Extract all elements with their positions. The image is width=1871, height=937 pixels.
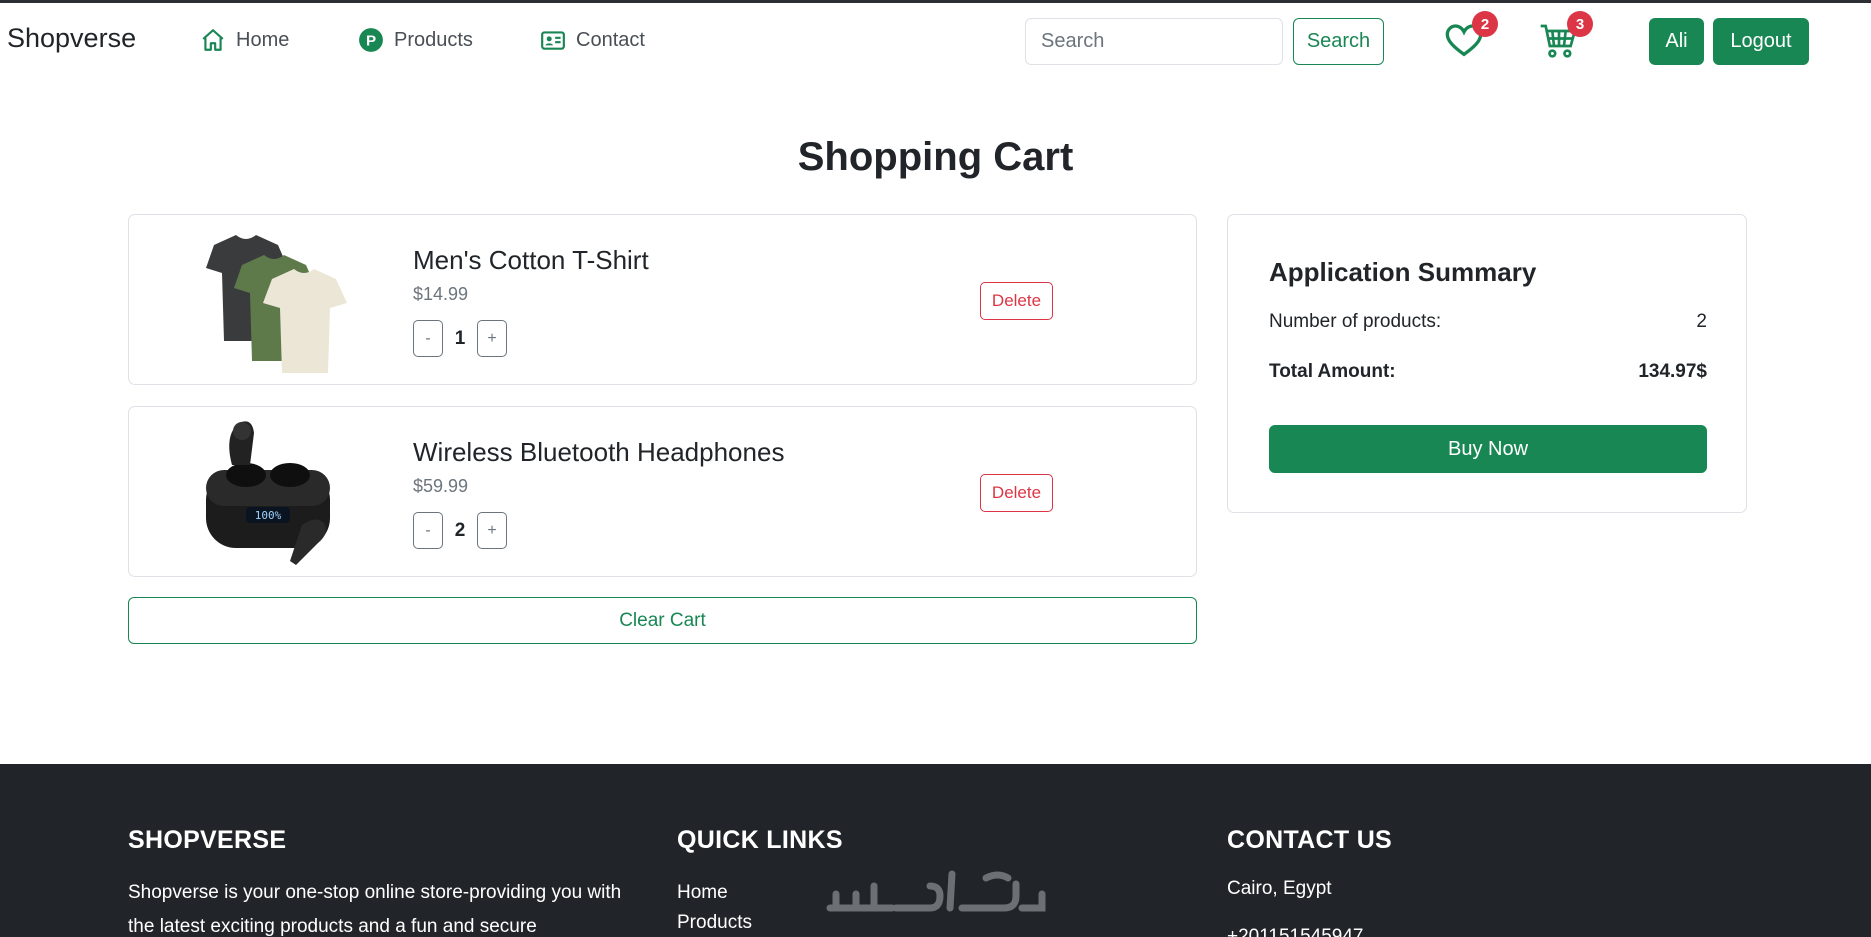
footer-phone: +201151545947 <box>1227 926 1364 937</box>
total-amount-value: 134.97$ <box>1638 361 1707 382</box>
increase-quantity-button[interactable]: + <box>477 512 507 549</box>
footer-contact-title: CONTACT US <box>1227 826 1393 854</box>
decrease-quantity-button[interactable]: - <box>413 320 443 357</box>
watermark-logo <box>826 870 1046 912</box>
nav-link-home[interactable]: Home <box>200 27 289 53</box>
page-title: Shopping Cart <box>797 135 1074 179</box>
nav-link-label: Home <box>236 28 290 51</box>
cart-item: 100% Wireless Bluetooth Headphones $59.9… <box>128 406 1197 577</box>
cart-item: Men's Cotton T-Shirt $14.99 - 1 + Delete <box>128 214 1197 385</box>
total-amount-row: Total Amount: 134.97$ <box>1269 361 1707 383</box>
buy-now-button[interactable]: Buy Now <box>1269 425 1707 473</box>
svg-text:100%: 100% <box>255 509 282 522</box>
tshirts-image <box>184 223 354 378</box>
home-icon <box>200 27 226 53</box>
quantity-value: 2 <box>454 519 466 541</box>
delete-item-button[interactable]: Delete <box>980 474 1053 512</box>
nav-link-products[interactable]: P Products <box>358 27 473 53</box>
footer-links-title: QUICK LINKS <box>677 826 843 854</box>
cart-button[interactable]: 3 <box>1539 11 1593 61</box>
wishlist-count-badge: 2 <box>1472 11 1498 37</box>
svg-text:P: P <box>366 32 376 49</box>
increase-quantity-button[interactable]: + <box>477 320 507 357</box>
logout-button[interactable]: Logout <box>1713 18 1809 65</box>
brand-logo[interactable]: Shopverse <box>7 23 136 54</box>
product-count-row: Number of products: 2 <box>1269 311 1707 333</box>
product-price: $14.99 <box>413 284 469 304</box>
total-amount-label: Total Amount: <box>1269 361 1396 382</box>
earbuds-image: 100% <box>184 415 354 570</box>
quantity-stepper: - 1 + <box>413 320 507 357</box>
product-name: Wireless Bluetooth Headphones <box>413 437 785 467</box>
quantity-stepper: - 2 + <box>413 512 507 549</box>
summary-title: Application Summary <box>1269 257 1537 287</box>
footer-link-products[interactable]: Products <box>677 908 752 937</box>
search-button[interactable]: Search <box>1293 18 1384 65</box>
decrease-quantity-button[interactable]: - <box>413 512 443 549</box>
product-price: $59.99 <box>413 476 469 496</box>
product-count-value: 2 <box>1696 311 1707 332</box>
clear-cart-button[interactable]: Clear Cart <box>128 597 1197 644</box>
nav-link-label: Contact <box>576 28 645 51</box>
search-input[interactable] <box>1025 18 1283 65</box>
cart-count-badge: 3 <box>1567 11 1593 37</box>
footer-link-home[interactable]: Home <box>677 878 752 908</box>
footer-address: Cairo, Egypt <box>1227 878 1332 899</box>
product-name: Men's Cotton T-Shirt <box>413 245 649 275</box>
nav-link-contact[interactable]: Contact <box>540 27 645 53</box>
footer-about-text: Shopverse is your one-stop online store-… <box>128 882 622 937</box>
products-icon: P <box>358 27 384 53</box>
footer-quick-links: Home Products <box>677 878 752 937</box>
delete-item-button[interactable]: Delete <box>980 282 1053 320</box>
wishlist-button[interactable]: 2 <box>1444 11 1498 61</box>
footer: SHOPVERSE Shopverse is your one-stop onl… <box>0 764 1871 937</box>
contact-card-icon <box>540 27 566 53</box>
user-profile-button[interactable]: Ali <box>1649 18 1704 65</box>
navbar: Shopverse Home P Products Contact Search… <box>0 3 1871 79</box>
product-count-label: Number of products: <box>1269 311 1442 332</box>
footer-about-title: SHOPVERSE <box>128 826 287 854</box>
order-summary-card: Application Summary Number of products: … <box>1227 214 1747 513</box>
quantity-value: 1 <box>454 327 466 349</box>
nav-link-label: Products <box>394 28 473 51</box>
